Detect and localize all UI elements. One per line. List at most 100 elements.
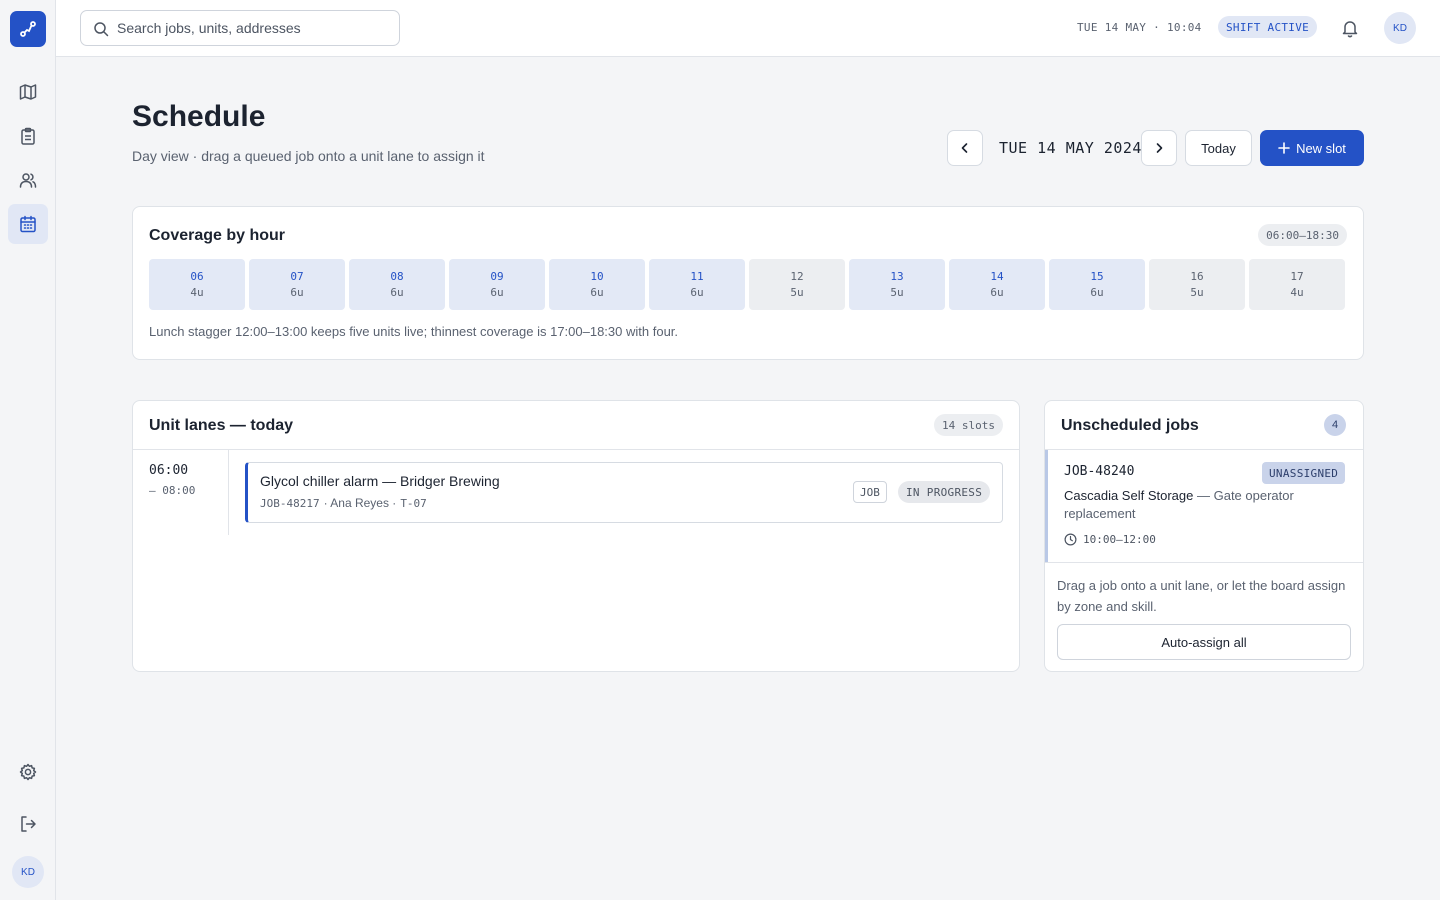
hour-label: 15 <box>1090 270 1104 283</box>
user-avatar[interactable]: KD <box>1384 12 1416 44</box>
chevron-left-icon <box>961 143 968 153</box>
job-id: JOB-48217 <box>260 497 320 510</box>
clipboard-icon <box>21 127 35 145</box>
bell-icon[interactable] <box>1340 18 1360 38</box>
hour-cell: 13 5u <box>849 259 945 310</box>
page-title: Schedule <box>132 100 266 133</box>
new-slot-button[interactable]: New slot <box>1260 130 1364 166</box>
sidebar-avatar[interactable]: KD <box>12 856 44 888</box>
unscheduled-job-id: JOB-48240 <box>1064 464 1135 479</box>
route-icon <box>20 21 36 37</box>
time-separator <box>228 450 229 535</box>
hour-units: 5u <box>1190 286 1204 299</box>
shift-status-badge: SHIFT ACTIVE <box>1218 16 1318 38</box>
job-unit: T-07 <box>400 497 427 510</box>
hour-strip: 06 4u 07 6u 08 6u 09 6u 10 6u 11 6u 12 5u 13 5u 14 6u 15 6u… <box>149 259 1345 310</box>
unscheduled-window-text: 10:00–12:00 <box>1083 533 1156 546</box>
unscheduled-count-badge: 4 <box>1324 414 1346 436</box>
hour-cell: 10 6u <box>549 259 645 310</box>
job-status-badge: IN PROGRESS <box>898 481 991 503</box>
job-technician: · Ana Reyes · <box>323 496 397 510</box>
unscheduled-job-item[interactable]: JOB-48240 UNASSIGNED Cascadia Self Stora… <box>1045 450 1363 562</box>
hour-cell: 07 6u <box>249 259 345 310</box>
hour-units: 6u <box>490 286 504 299</box>
unit-lanes-title: Unit lanes — today <box>149 417 294 434</box>
hour-cell: 09 6u <box>449 259 545 310</box>
hour-units: 5u <box>790 286 804 299</box>
hour-cell: 17 4u <box>1249 259 1345 310</box>
clock-icon <box>1064 533 1077 546</box>
coverage-note: Lunch stagger 12:00–13:00 keeps five uni… <box>149 324 679 339</box>
hour-cell: 08 6u <box>349 259 445 310</box>
unassigned-badge: UNASSIGNED <box>1262 462 1346 484</box>
page-subtitle: Day view · drag a queued job onto a unit… <box>132 148 485 164</box>
hour-cell: 11 6u <box>649 259 745 310</box>
time-end: – 08:00 <box>149 484 196 497</box>
logout-icon <box>21 816 36 832</box>
hour-units: 5u <box>890 286 904 299</box>
hour-label: 10 <box>590 270 604 283</box>
gear-icon <box>19 763 37 781</box>
hour-label: 14 <box>990 270 1004 283</box>
sidebar: KD <box>0 0 56 900</box>
unscheduled-window: 10:00–12:00 <box>1064 533 1156 546</box>
auto-assign-button[interactable]: Auto-assign all <box>1057 624 1351 660</box>
hour-label: 13 <box>890 270 904 283</box>
new-slot-label: New slot <box>1296 140 1346 156</box>
hour-units: 6u <box>590 286 604 299</box>
slot-count: 14 slots <box>934 414 1003 436</box>
hour-label: 17 <box>1290 270 1304 283</box>
unscheduled-title: Unscheduled jobs <box>1061 417 1199 434</box>
hour-units: 6u <box>290 286 304 299</box>
hour-label: 11 <box>690 270 704 283</box>
prev-day-button[interactable] <box>947 130 983 166</box>
hour-label: 08 <box>390 270 404 283</box>
hour-cell: 15 6u <box>1049 259 1145 310</box>
today-button[interactable]: Today <box>1185 130 1252 166</box>
sidebar-item-team[interactable] <box>8 160 48 200</box>
sidebar-item-map[interactable] <box>8 72 48 112</box>
search-input[interactable] <box>117 11 393 45</box>
unscheduled-job-desc: Cascadia Self Storage — Gate operator re… <box>1064 487 1344 523</box>
unscheduled-help-text: Drag a job onto a unit lane, or let the … <box>1057 578 1346 614</box>
unscheduled-card: Unscheduled jobs 4 JOB-48240 UNASSIGNED … <box>1044 400 1364 672</box>
current-datetime: TUE 14 MAY · 10:04 <box>1077 21 1202 34</box>
map-icon <box>19 84 37 100</box>
hour-units: 4u <box>190 286 204 299</box>
users-icon <box>19 173 37 188</box>
app-logo[interactable] <box>10 11 46 47</box>
time-start: 06:00 <box>149 463 189 478</box>
search-icon <box>94 22 109 37</box>
hour-cell: 12 5u <box>749 259 845 310</box>
hour-cell: 14 6u <box>949 259 1045 310</box>
sidebar-item-jobs[interactable] <box>8 116 48 156</box>
coverage-title: Coverage by hour <box>149 227 286 244</box>
sidebar-item-settings[interactable] <box>8 752 48 792</box>
job-title: Glycol chiller alarm — Bridger Brewing <box>260 473 500 489</box>
sidebar-item-logout[interactable] <box>8 804 48 844</box>
chevron-right-icon <box>1156 143 1163 153</box>
top-bar: TUE 14 MAY · 10:04 SHIFT ACTIVE KD <box>56 0 1440 57</box>
divider <box>1045 562 1363 563</box>
hour-units: 6u <box>990 286 1004 299</box>
search-box <box>80 10 400 46</box>
coverage-card: Coverage by hour 06:00–18:30 06 4u 07 6u 08 6… <box>132 206 1364 360</box>
next-day-button[interactable] <box>1141 130 1177 166</box>
hour-label: 09 <box>490 270 504 283</box>
lane-time: 06:00 – 08:00 <box>149 463 195 497</box>
job-type-tag: JOB <box>853 481 887 503</box>
hour-label: 07 <box>290 270 304 283</box>
unit-lanes-card: Unit lanes — today 14 slots 06:00 – 08:0… <box>132 400 1020 672</box>
scheduled-job-card[interactable]: Glycol chiller alarm — Bridger Brewing J… <box>245 462 1003 523</box>
hour-label: 16 <box>1190 270 1204 283</box>
calendar-icon <box>20 215 36 233</box>
hour-label: 06 <box>190 270 204 283</box>
hour-units: 6u <box>690 286 704 299</box>
hour-cell: 16 5u <box>1149 259 1245 310</box>
hour-cell: 06 4u <box>149 259 245 310</box>
sidebar-item-schedule[interactable] <box>8 204 48 244</box>
hour-units: 6u <box>1090 286 1104 299</box>
hour-units: 6u <box>390 286 404 299</box>
current-date: TUE 14 MAY 2024 <box>999 139 1142 157</box>
hour-units: 4u <box>1290 286 1304 299</box>
